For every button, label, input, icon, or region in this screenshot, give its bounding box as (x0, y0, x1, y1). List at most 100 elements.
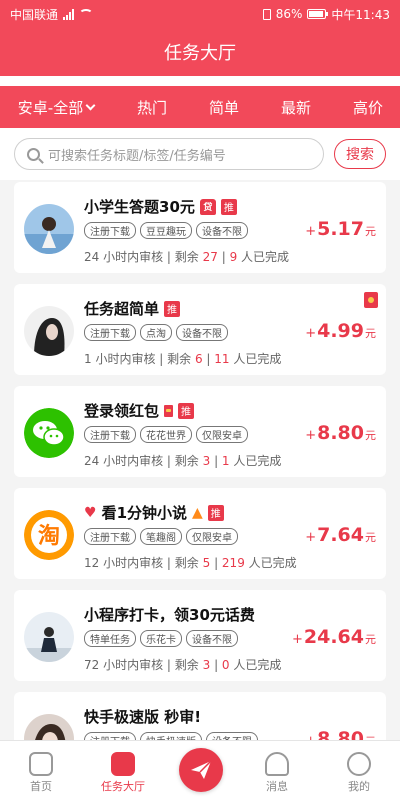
task-tags: 注册下载 花花世界 仅限安卓 (84, 426, 248, 443)
price-plus: + (305, 224, 317, 239)
task-meta: 12 小时内审核 | 剩余 5 | 219 人已完成 (84, 556, 297, 570)
battery-icon (307, 9, 329, 19)
search-input[interactable]: 可搜索任务标题/标签/任务编号 (14, 138, 324, 170)
task-tag: 点淘 (140, 324, 172, 341)
task-tag: 注册下载 (84, 528, 136, 545)
search-button[interactable]: 搜索 (334, 139, 386, 169)
nav-label: 我的 (348, 780, 370, 793)
task-title-line: 小学生答题30元 贷 推 (84, 196, 237, 217)
taobao-icon: 淘 (24, 510, 74, 560)
nav-task-hall[interactable]: 任务大厅 (88, 752, 158, 794)
smile-icon (347, 752, 371, 776)
task-card[interactable]: 任务超简单 推 注册下载 点淘 设备不限 1 小时内审核 | 剩余 6 | 11… (14, 284, 386, 375)
nav-home[interactable]: 首页 (6, 752, 76, 794)
remain-count: 3 (202, 658, 211, 672)
remain-label: 剩余 (167, 352, 192, 366)
task-title-line: 小程序打卡，领30元话费 (84, 604, 255, 625)
task-tag: 豆豆趣玩 (140, 222, 192, 239)
remain-label: 剩余 (174, 658, 199, 672)
done-count: 11 (214, 352, 230, 366)
nav-label: 任务大厅 (101, 780, 145, 793)
task-price: +4.99 元 (305, 320, 376, 342)
done-label: 人已完成 (248, 556, 297, 570)
task-price: +7.64 元 (305, 524, 376, 546)
nav-me[interactable]: 我的 (324, 752, 394, 794)
price-plus: + (305, 530, 317, 545)
task-tag: 注册下载 (84, 324, 136, 341)
task-title-line: 登录领红包 推 (84, 400, 195, 421)
review-time: 12 小时内审核 (84, 556, 164, 570)
remain-label: 剩余 (174, 556, 199, 570)
done-label: 人已完成 (233, 352, 282, 366)
battery-percent: 86% (275, 7, 303, 21)
task-title: 快手极速版 秒审! (84, 708, 202, 726)
tab-hot[interactable]: 热门 (120, 97, 184, 118)
home-icon (29, 752, 53, 776)
review-time: 24 小时内审核 (84, 250, 164, 264)
task-price: +24.64 元 (292, 626, 376, 648)
shopping-bag-icon (111, 752, 135, 776)
task-tags: 注册下载 点淘 设备不限 (84, 324, 228, 341)
task-tag: 注册下载 (84, 426, 136, 443)
task-card[interactable]: 登录领红包 推 注册下载 花花世界 仅限安卓 24 小时内审核 | 剩余 3 |… (14, 386, 386, 477)
task-card[interactable]: 小程序打卡，领30元话费 特单任务 乐花卡 设备不限 72 小时内审核 | 剩余… (14, 590, 386, 681)
price-value: 24.64 (303, 626, 364, 648)
app-header: 任务大厅 (0, 28, 400, 76)
task-meta: 72 小时内审核 | 剩余 3 | 0 人已完成 (84, 658, 282, 672)
price-unit: 元 (365, 429, 376, 442)
bell-icon (265, 752, 289, 776)
price-plus: + (305, 428, 317, 443)
price-unit: 元 (365, 327, 376, 340)
carrier-label: 中国联通 (10, 7, 59, 22)
tab-simple[interactable]: 简单 (192, 97, 256, 118)
tab-label: 安卓-全部 (17, 98, 84, 117)
tab-newest[interactable]: 最新 (264, 97, 328, 118)
publish-button[interactable] (179, 748, 223, 792)
nav-label: 消息 (266, 780, 288, 793)
red-envelope-icon (164, 404, 174, 417)
done-count: 219 (221, 556, 245, 570)
task-card[interactable]: 淘 ♥ 看1分钟小说 ▲ 推 注册下载 笔趣阁 仅限安卓 12 小时内审核 | … (14, 488, 386, 579)
task-tags: 注册下载 豆豆趣玩 设备不限 (84, 222, 248, 239)
recommend-badge: 推 (220, 198, 237, 215)
filter-tabs: 安卓-全部 热门 简单 最新 高价 (0, 86, 400, 128)
task-tags: 注册下载 笔趣阁 仅限安卓 (84, 528, 238, 545)
task-tag: 笔趣阁 (140, 528, 182, 545)
task-title-line: ♥ 看1分钟小说 ▲ 推 (84, 502, 224, 523)
task-tag: 乐花卡 (140, 630, 182, 647)
recommend-badge: 推 (164, 300, 181, 317)
task-tag: 设备不限 (186, 630, 238, 647)
price-unit: 元 (365, 225, 376, 238)
task-tag: 花花世界 (140, 426, 192, 443)
tab-high-price[interactable]: 高价 (336, 97, 400, 118)
review-time: 72 小时内审核 (84, 658, 164, 672)
review-time: 1 小时内审核 (84, 352, 156, 366)
task-tag: 注册下载 (84, 222, 136, 239)
nav-messages[interactable]: 消息 (242, 752, 312, 794)
price-unit: 元 (365, 633, 376, 646)
price-value: 4.99 (317, 320, 364, 342)
task-card[interactable]: 小学生答题30元 贷 推 注册下载 豆豆趣玩 设备不限 24 小时内审核 | 剩… (14, 182, 386, 273)
header-divider (0, 76, 400, 86)
task-title: 任务超简单 (84, 300, 160, 318)
price-plus: + (305, 326, 317, 341)
search-icon (27, 147, 40, 161)
task-avatar (24, 306, 74, 356)
wifi-icon (79, 9, 94, 19)
clock: 中午11:43 (331, 7, 390, 22)
heart-icon: ♥ (84, 504, 97, 521)
task-title: 小学生答题30元 (84, 198, 195, 216)
task-title: 小程序打卡，领30元话费 (84, 606, 255, 624)
task-title-line: 快手极速版 秒审! (84, 706, 201, 727)
done-label: 人已完成 (233, 454, 282, 468)
tab-android-all[interactable]: 安卓-全部 (0, 97, 112, 118)
chevron-down-icon (85, 100, 96, 110)
search-placeholder: 可搜索任务标题/标签/任务编号 (48, 148, 226, 164)
recommend-badge: 推 (178, 402, 195, 419)
task-price: +8.80元 (305, 422, 376, 444)
nav-label: 首页 (30, 780, 52, 793)
signal-icon (63, 8, 75, 20)
red-envelope-icon (364, 292, 378, 308)
search-row: 可搜索任务标题/标签/任务编号 搜索 (0, 128, 400, 180)
remain-count: 5 (202, 556, 211, 570)
